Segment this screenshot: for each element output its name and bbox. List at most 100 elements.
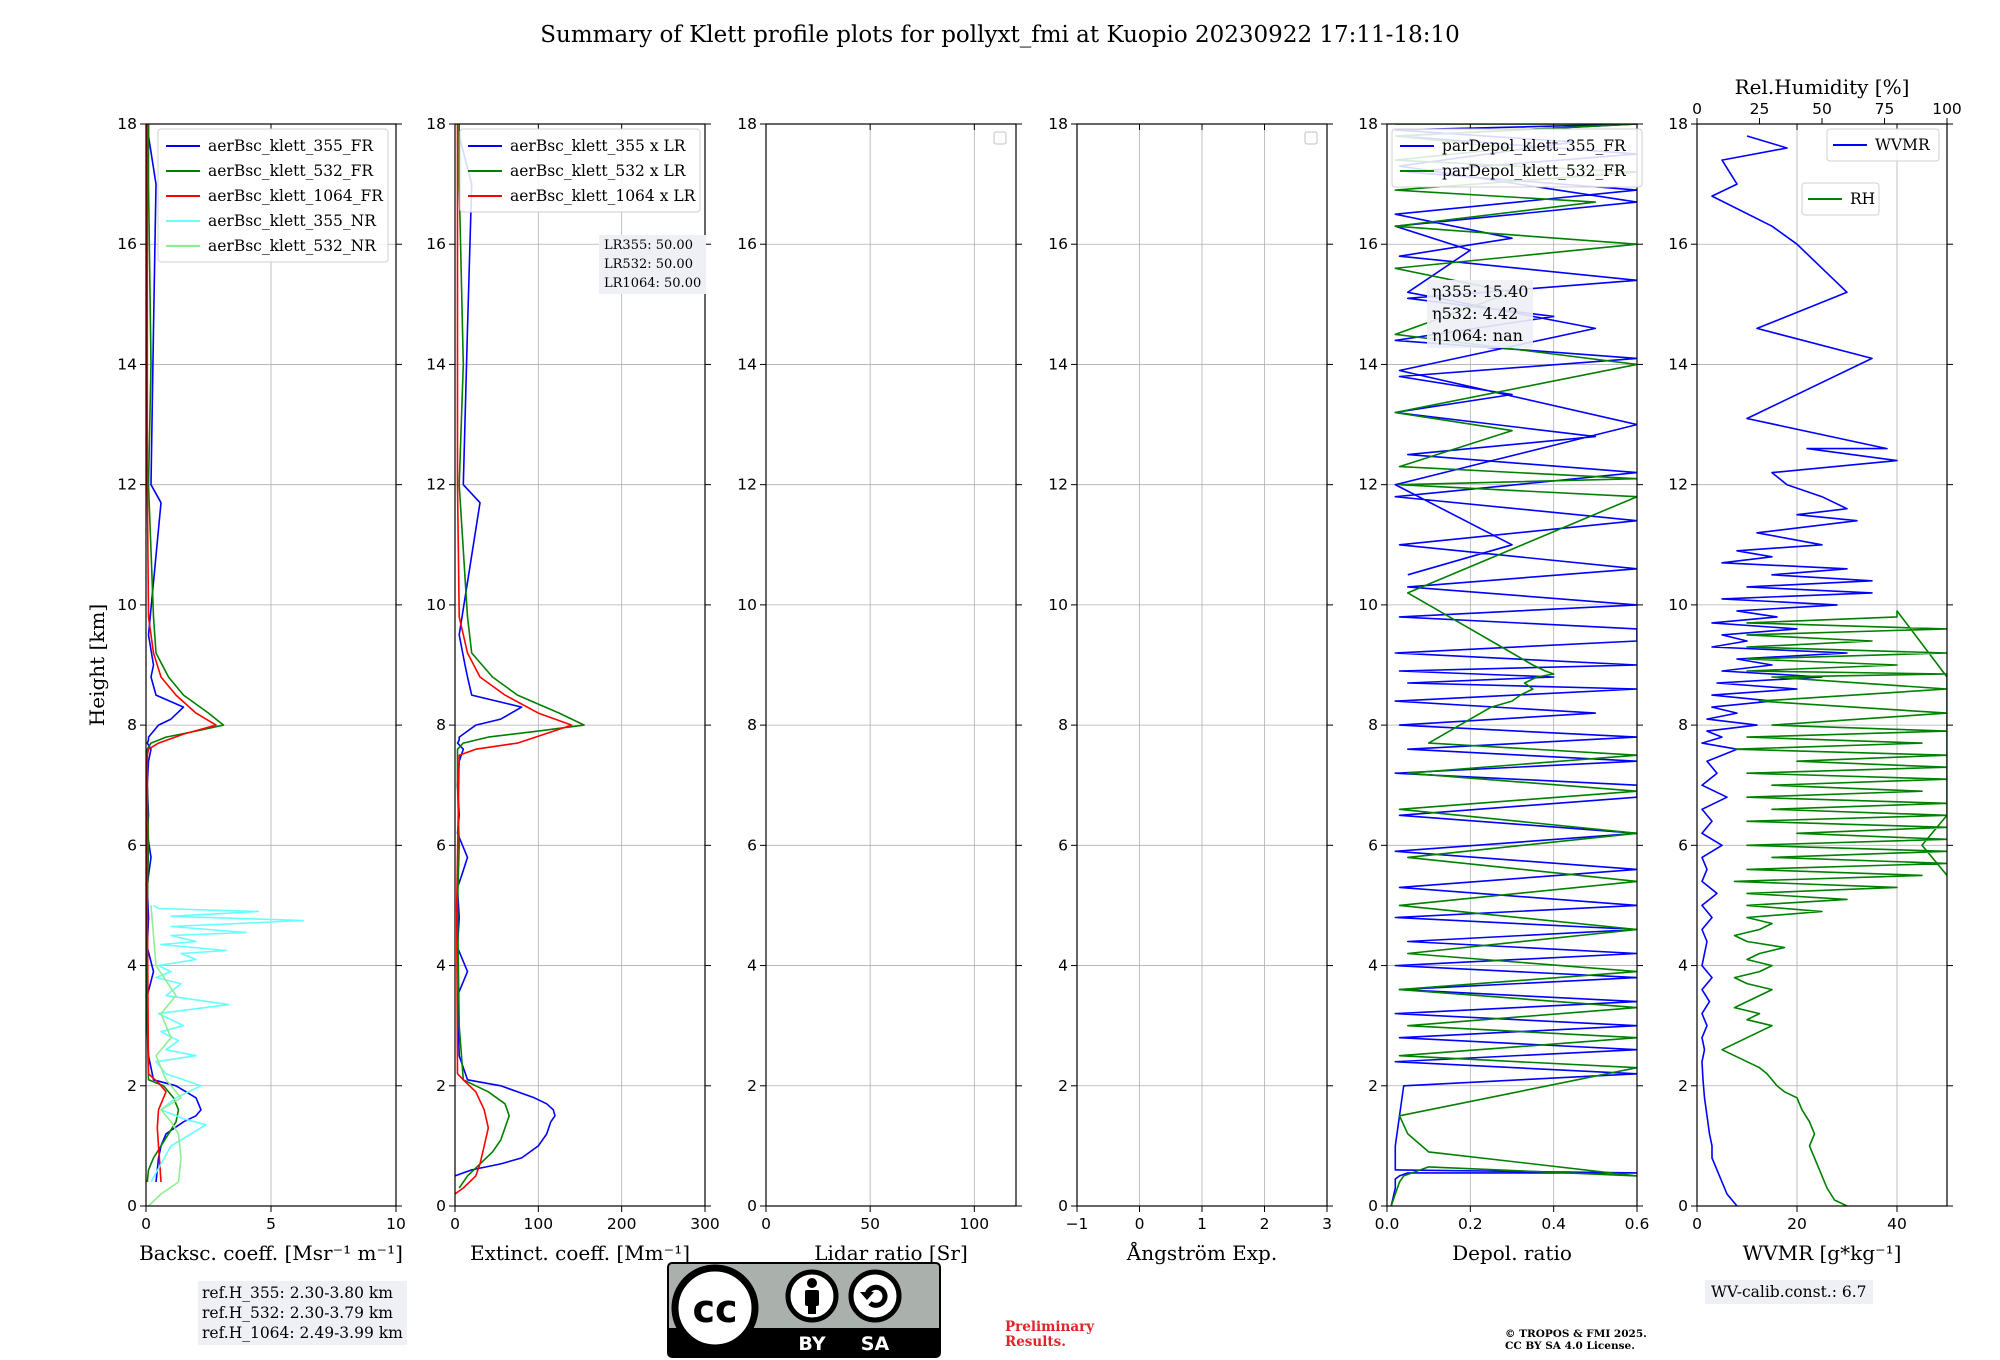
y-tick-label: 8 bbox=[747, 716, 757, 734]
x-tick-label: 0 bbox=[141, 1215, 151, 1233]
panel-wv: 0 20 40 0 2 4 6 8 10 12 14 16 18 WVMR [g*kg⁻¹] 0 25 50 75… bbox=[1668, 75, 1962, 1265]
by-label: BY bbox=[798, 1333, 825, 1355]
y-tick-label: 14 bbox=[737, 355, 757, 373]
series-group bbox=[1701, 135, 1947, 1206]
series-aerBsc_klett_532_NR bbox=[147, 905, 182, 1206]
x-axis-label: Ångström Exp. bbox=[1126, 1240, 1277, 1265]
x-tick-label: 40 bbox=[1887, 1215, 1907, 1233]
y-tick-label: 0 bbox=[747, 1197, 757, 1215]
y-tick-label: 8 bbox=[1368, 716, 1378, 734]
y-tick-label: 8 bbox=[127, 716, 137, 734]
x-tick-label: 0.4 bbox=[1541, 1215, 1566, 1233]
x-tick-label: −1 bbox=[1066, 1215, 1089, 1233]
x2-tick-label: 0 bbox=[1692, 100, 1702, 118]
x-tick-label: 2 bbox=[1260, 1215, 1270, 1233]
y-tick-label: 14 bbox=[1048, 355, 1068, 373]
y-tick-label: 6 bbox=[747, 836, 757, 854]
y-tick-label: 6 bbox=[1678, 836, 1688, 854]
legend-label: aerBsc_klett_1064_FR bbox=[208, 187, 384, 205]
legend-RH: RH bbox=[1801, 182, 1880, 216]
y-tick-label: 14 bbox=[117, 355, 137, 373]
y-tick-label: 12 bbox=[426, 476, 446, 494]
x2-tick-label: 75 bbox=[1875, 100, 1895, 118]
y-tick-label: 2 bbox=[1678, 1077, 1688, 1095]
x-axis-label: Depol. ratio bbox=[1452, 1241, 1572, 1265]
y-tick-label: 14 bbox=[1668, 355, 1688, 373]
legend-label: aerBsc_klett_355_NR bbox=[208, 212, 377, 230]
series-aerBsc_klett_1064_FR bbox=[146, 124, 217, 1183]
y-tick-label: 12 bbox=[737, 476, 757, 494]
legend: aerBsc_klett_355_FR aerBsc_klett_532_FRae… bbox=[157, 128, 389, 263]
lr-532: LR532: 50.00 bbox=[604, 257, 693, 272]
legend-label: aerBsc_klett_532 x LR bbox=[510, 162, 687, 180]
y-tick-label: 0 bbox=[1368, 1197, 1378, 1215]
y-tick-label: 16 bbox=[1048, 235, 1068, 253]
y-tick-label: 6 bbox=[127, 836, 137, 854]
y-tick-label: 16 bbox=[737, 235, 757, 253]
eta-532: η532: 4.42 bbox=[1432, 304, 1519, 323]
x2-tick-label: 100 bbox=[1932, 100, 1962, 118]
legend-label: aerBsc_klett_532_FR bbox=[208, 162, 374, 180]
y-tick-label: 2 bbox=[436, 1077, 446, 1095]
y-tick-label: 18 bbox=[1668, 115, 1688, 133]
x-tick-label: 0.6 bbox=[1625, 1215, 1650, 1233]
y-tick-label: 10 bbox=[737, 596, 757, 614]
reference-height-box: ref.H_355: 2.30-3.80 km ref.H_532: 2.30-… bbox=[198, 1281, 407, 1345]
y-tick-label: 18 bbox=[1358, 115, 1378, 133]
y-tick-label: 12 bbox=[1048, 476, 1068, 494]
y-tick-label: 4 bbox=[127, 957, 137, 975]
preliminary-line-2: Results. bbox=[1005, 1334, 1066, 1350]
sa-label: SA bbox=[861, 1333, 890, 1355]
y-tick-label: 0 bbox=[1058, 1197, 1068, 1215]
copyright-line-2: CC BY SA 4.0 License. bbox=[1505, 1340, 1635, 1352]
y-tick-label: 10 bbox=[117, 596, 137, 614]
y-tick-label: 12 bbox=[117, 476, 137, 494]
x-tick-label: 0 bbox=[761, 1215, 771, 1233]
y-tick-label: 10 bbox=[1048, 596, 1068, 614]
series-aerBsc_klett_1064 x LR bbox=[455, 124, 573, 1195]
x2-tick-label: 25 bbox=[1750, 100, 1770, 118]
y-tick-label: 16 bbox=[426, 235, 446, 253]
y-tick-label: 6 bbox=[436, 836, 446, 854]
y-tick-label: 4 bbox=[1368, 957, 1378, 975]
lidar-ratio-box: LR355: 50.00 LR532: 50.00 LR1064: 50.00 bbox=[599, 235, 707, 294]
eta-box: η355: 15.40 η532: 4.42 η1064: nan bbox=[1427, 280, 1534, 348]
x-axis-label: WVMR [g*kg⁻¹] bbox=[1743, 1241, 1902, 1265]
x-tick-label: 0 bbox=[1692, 1215, 1702, 1233]
legend-label: aerBsc_klett_1064 x LR bbox=[510, 187, 697, 205]
legend: parDepol_klett_355_FR parDepol_klett_532_… bbox=[1391, 128, 1643, 188]
y-tick-label: 0 bbox=[436, 1197, 446, 1215]
y-tick-label: 0 bbox=[1678, 1197, 1688, 1215]
legend-label: parDepol_klett_532_FR bbox=[1442, 162, 1627, 180]
y-axis-label: Height [km] bbox=[85, 604, 109, 726]
y-tick-label: 2 bbox=[747, 1077, 757, 1095]
panel-bsc: 0 5 10 0 2 4 6 8 10 12 14 16 18 Backsc. coeff. [Msr⁻¹… bbox=[85, 115, 406, 1265]
copyright-line-1: © TROPOS & FMI 2025. bbox=[1505, 1328, 1647, 1340]
x-tick-label: 50 bbox=[860, 1215, 880, 1233]
x-tick-label: 0.0 bbox=[1375, 1215, 1400, 1233]
empty-legend bbox=[993, 131, 1007, 145]
y-tick-label: 8 bbox=[1678, 716, 1688, 734]
series-aerBsc_klett_355 x LR bbox=[455, 124, 556, 1177]
y-tick-label: 10 bbox=[1668, 596, 1688, 614]
y-tick-label: 4 bbox=[1678, 957, 1688, 975]
y-tick-label: 4 bbox=[436, 957, 446, 975]
plot-frame bbox=[765, 123, 1017, 1207]
legend-label: aerBsc_klett_355 x LR bbox=[510, 137, 687, 155]
series-group bbox=[455, 124, 586, 1195]
x-tick-label: 300 bbox=[690, 1215, 720, 1233]
legend-label: RH bbox=[1850, 190, 1875, 208]
x-tick-label: 200 bbox=[607, 1215, 637, 1233]
y-tick-label: 6 bbox=[1368, 836, 1378, 854]
y-tick-label: 14 bbox=[426, 355, 446, 373]
y-tick-label: 10 bbox=[1358, 596, 1378, 614]
y-tick-label: 10 bbox=[426, 596, 446, 614]
series-group bbox=[146, 124, 305, 1206]
y-tick-label: 4 bbox=[747, 957, 757, 975]
x-tick-label: 20 bbox=[1787, 1215, 1807, 1233]
sa-icon bbox=[848, 1269, 902, 1323]
legend-label: WVMR bbox=[1875, 136, 1931, 154]
y-tick-label: 16 bbox=[1668, 235, 1688, 253]
preliminary-line-1: Preliminary bbox=[1005, 1319, 1095, 1335]
ref-h-532: ref.H_532: 2.30-3.79 km bbox=[202, 1304, 393, 1322]
